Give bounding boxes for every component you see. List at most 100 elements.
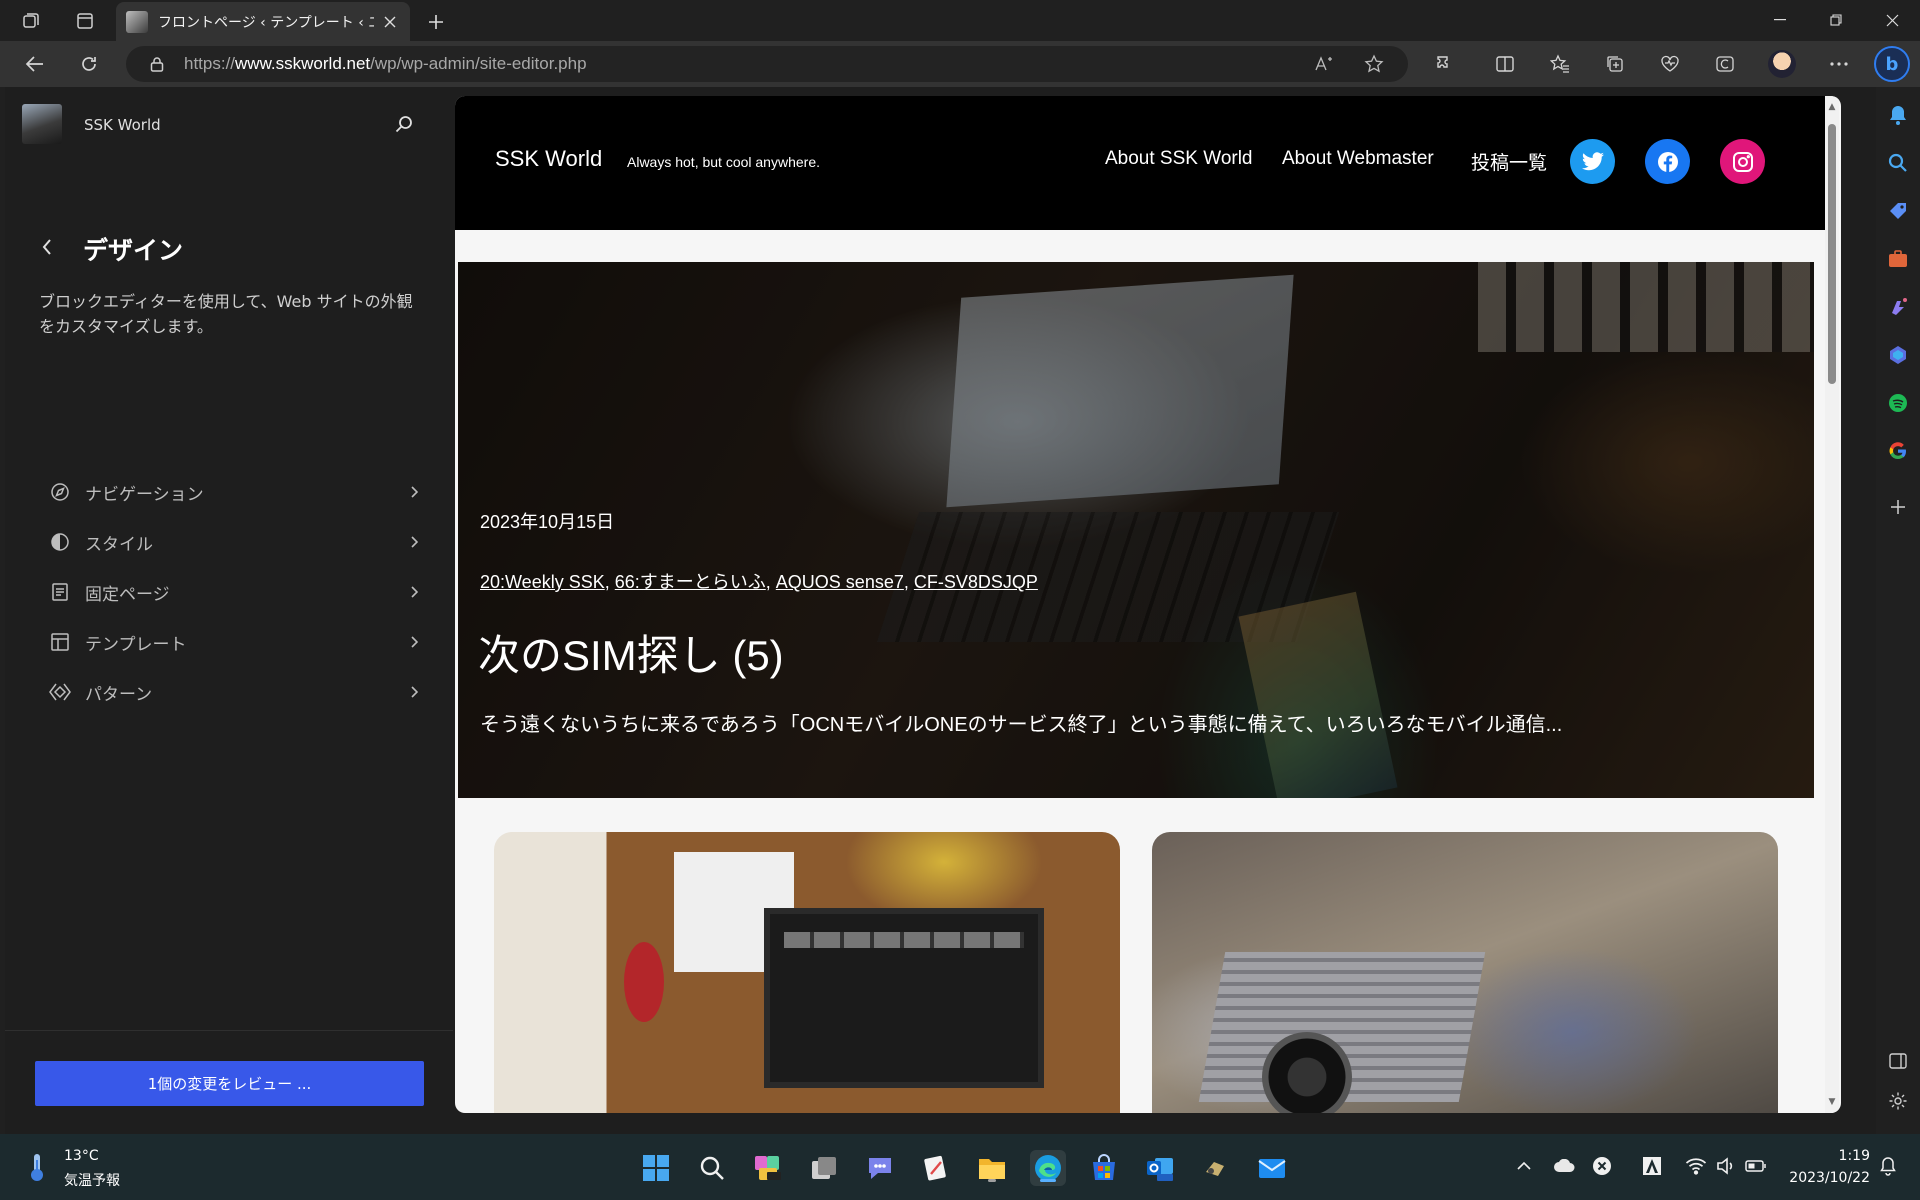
page-content: SSK World デザイン ブロックエディターを使用して、Web サイトの外観… [5,87,1876,1134]
close-tab-icon[interactable] [380,12,400,32]
twitter-icon[interactable] [1570,139,1615,184]
wifi-icon[interactable] [1684,1154,1708,1178]
chevron-right-icon [405,583,423,601]
add-sidebar-app-icon[interactable] [1886,495,1910,519]
minimize-icon[interactable] [1752,0,1808,40]
scroll-up-arrow-icon[interactable]: ▲ [1827,102,1837,112]
split-screen-icon[interactable] [1490,50,1520,78]
menu-item-navigation[interactable]: ナビゲーション [35,467,423,517]
review-changes-button[interactable]: 1個の変更をレビュー ... [35,1061,424,1106]
nav-link-post-list[interactable]: 投稿一覧 [1471,148,1547,175]
copilot-compose-icon[interactable] [1710,50,1740,78]
facebook-icon[interactable] [1645,139,1690,184]
nav-link-about-webmaster[interactable]: About Webmaster [1282,148,1434,170]
collections-icon[interactable] [1600,50,1630,78]
games-icon[interactable] [1886,295,1910,319]
category-link[interactable]: 20:Weekly SSK [480,572,605,592]
back-arrow-icon[interactable] [20,50,50,78]
tools-briefcase-icon[interactable] [1886,247,1910,271]
back-chevron-icon[interactable] [33,233,61,261]
restore-icon[interactable] [1808,0,1864,40]
refresh-icon[interactable] [74,50,104,78]
chevron-right-icon [405,683,423,701]
site-header-title[interactable]: SSK World [495,146,602,172]
category-link[interactable]: CF-SV8DSJQP [914,572,1038,592]
menu-item-patterns[interactable]: パターン [35,667,423,717]
google-icon[interactable] [1886,439,1910,463]
edge-browser-icon[interactable] [1030,1150,1066,1186]
favorite-star-icon[interactable] [1360,50,1388,78]
close-window-icon[interactable] [1864,0,1920,40]
game-app-icon[interactable] [1198,1150,1234,1186]
site-icon[interactable] [22,104,62,144]
search-icon[interactable] [391,111,417,137]
task-view-icon[interactable] [806,1150,842,1186]
scroll-down-arrow-icon[interactable]: ▼ [1827,1097,1837,1107]
clock-date[interactable]: 2023/10/22 [1784,1170,1870,1186]
search-sidebar-icon[interactable] [1886,151,1910,175]
card-photo-fan [1262,1032,1352,1113]
hide-sidebar-icon[interactable] [1886,1049,1910,1073]
notification-center-bell-icon[interactable] [1876,1154,1900,1178]
menu-item-styles[interactable]: スタイル [35,517,423,567]
extensions-icon[interactable] [1430,50,1460,78]
weather-temperature[interactable]: 13°C [64,1148,99,1164]
favorites-icon[interactable] [1545,50,1575,78]
microsoft365-icon[interactable] [1886,343,1910,367]
editor-canvas[interactable]: SSK World Always hot, but cool anywhere.… [455,96,1841,1113]
url-text[interactable]: https://www.sskworld.net/wp/wp-admin/sit… [184,54,587,74]
start-windows-icon[interactable] [638,1150,674,1186]
page-icon [47,579,73,605]
status-error-circle-icon[interactable] [1590,1154,1614,1178]
design-menu: ナビゲーション スタイル 固定ページ テンプレート パターン [35,467,423,717]
bing-chat-icon[interactable]: b [1874,46,1910,82]
menu-item-templates[interactable]: テンプレート [35,617,423,667]
weather-description[interactable]: 気温予報 [64,1170,120,1190]
performance-icon[interactable] [1655,50,1685,78]
show-hidden-icons-chevron-icon[interactable] [1512,1154,1536,1178]
widgets-preview-icon[interactable] [750,1150,786,1186]
file-explorer-icon[interactable] [974,1150,1010,1186]
tab-actions-icon[interactable] [72,8,98,34]
new-tab-icon[interactable] [422,8,450,36]
spotify-icon[interactable] [1886,391,1910,415]
clock-time[interactable]: 1:19 [1830,1148,1870,1164]
category-link[interactable]: 66:すまーとらいふ [615,572,766,592]
thermometer-icon[interactable] [26,1150,48,1184]
battery-icon[interactable] [1744,1154,1768,1178]
onedrive-cloud-icon[interactable] [1552,1154,1576,1178]
read-aloud-icon[interactable] [1310,50,1338,78]
menu-item-label: テンプレート [85,634,187,655]
lock-icon[interactable] [146,53,168,75]
post-card-image[interactable] [1152,832,1778,1113]
sidebar-settings-gear-icon[interactable] [1886,1089,1910,1113]
menu-item-pages[interactable]: 固定ページ [35,567,423,617]
post-card-image[interactable] [494,832,1120,1113]
snipping-tool-icon[interactable] [918,1150,954,1186]
scroll-thumb[interactable] [1828,124,1836,384]
adobe-acrobat-icon[interactable] [1640,1154,1664,1178]
site-title[interactable]: SSK World [84,116,161,134]
notification-bell-icon[interactable] [1886,103,1910,127]
post-title[interactable]: 次のSIM探し (5) [478,622,784,683]
browser-toolbar: https://www.sskworld.net/wp/wp-admin/sit… [0,41,1920,87]
category-link[interactable]: AQUOS sense7 [776,572,904,592]
volume-speaker-icon[interactable] [1714,1154,1738,1178]
canvas-scrollbar[interactable]: ▲ ▼ [1825,96,1839,1113]
teams-chat-icon[interactable] [862,1150,898,1186]
post-categories: 20:Weekly SSK, 66:すまーとらいふ, AQUOS sense7,… [480,572,1038,592]
more-options-icon[interactable] [1824,50,1854,78]
taskbar-search-icon[interactable] [694,1150,730,1186]
nav-link-about-site[interactable]: About SSK World [1105,148,1253,170]
instagram-icon[interactable] [1720,139,1765,184]
shopping-tag-icon[interactable] [1886,199,1910,223]
workspaces-icon[interactable] [18,8,44,34]
profile-avatar[interactable] [1768,50,1796,78]
address-bar[interactable]: https://www.sskworld.net/wp/wp-admin/sit… [126,46,1408,82]
outlook-new-icon[interactable] [1142,1150,1178,1186]
active-tab[interactable]: フロントページ ‹ テンプレート ‹ エディター [116,2,410,41]
mail-icon[interactable] [1254,1150,1290,1186]
microsoft-store-icon[interactable] [1086,1150,1122,1186]
featured-post-cover[interactable]: 2023年10月15日 20:Weekly SSK, 66:すまーとらいふ, A… [458,262,1814,798]
menu-item-label: ナビゲーション [85,484,204,505]
